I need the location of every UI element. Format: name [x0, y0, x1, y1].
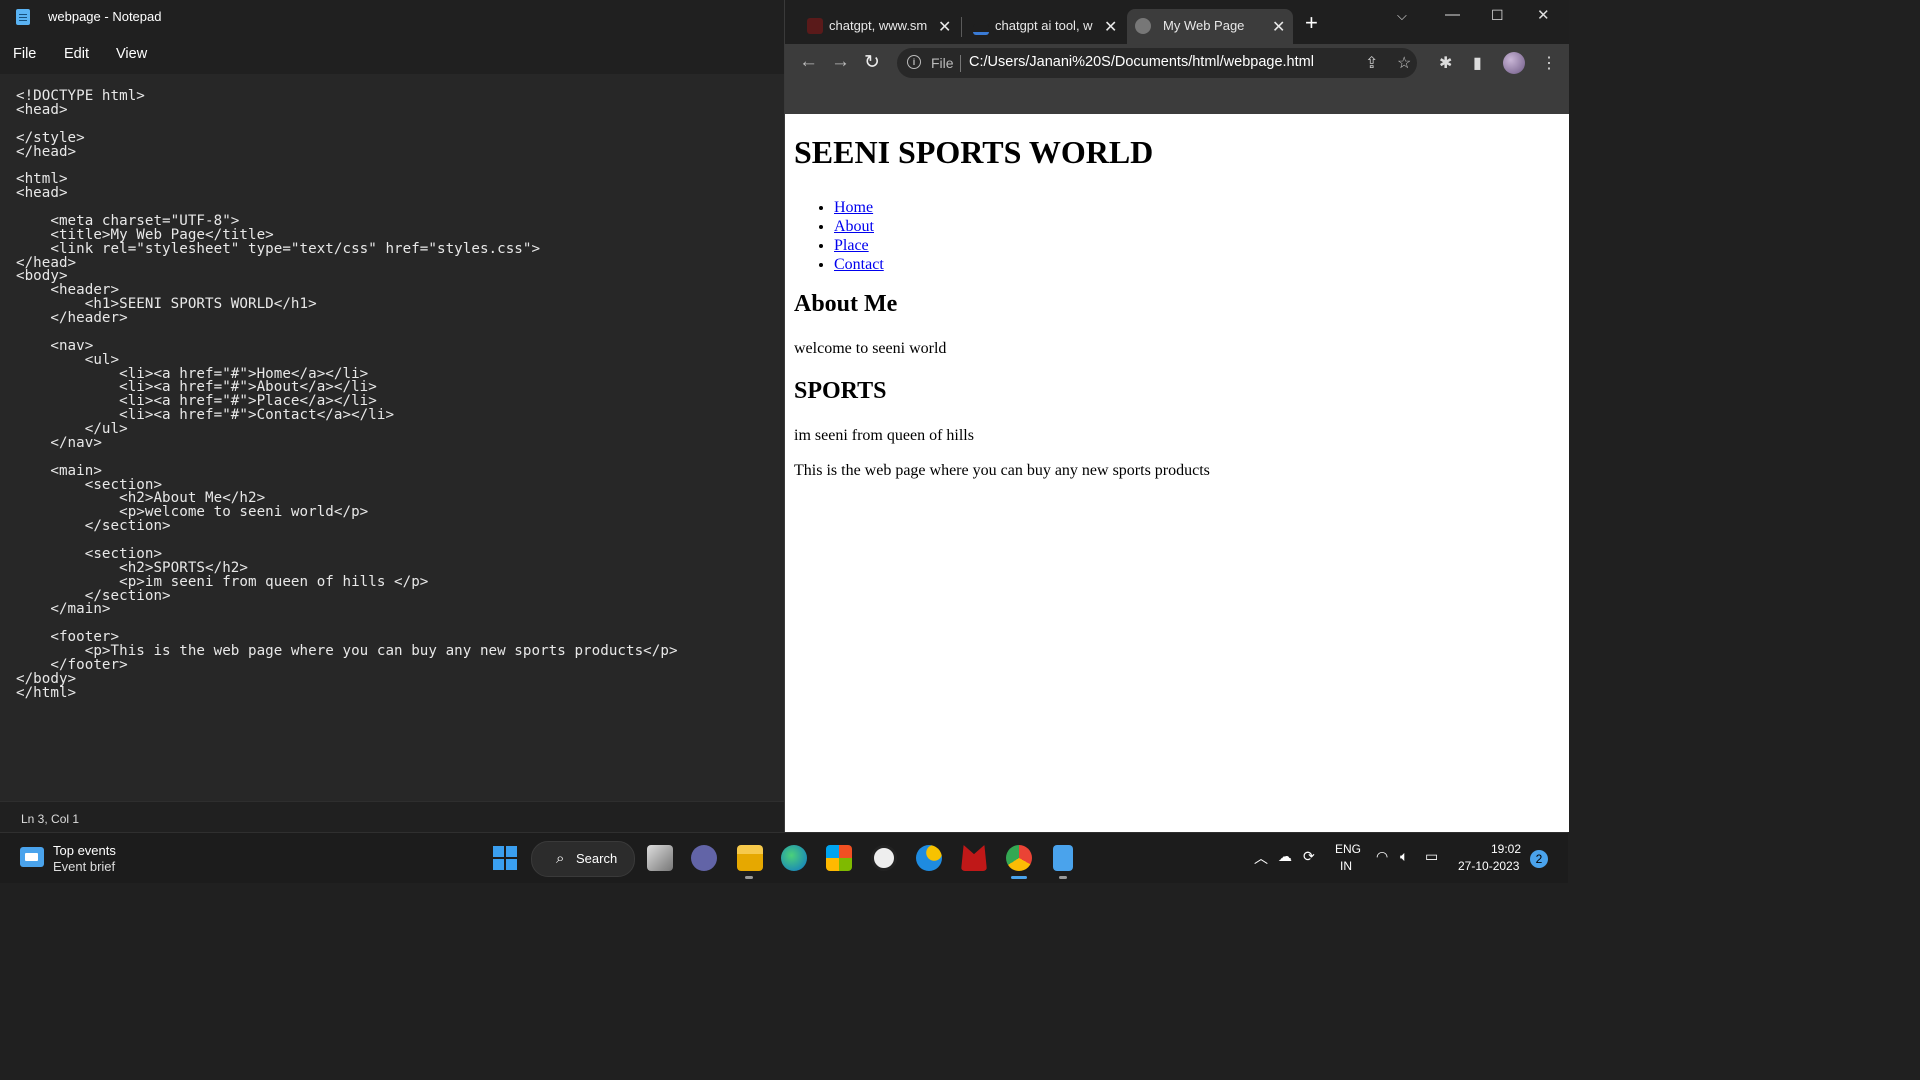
notepad-titlebar[interactable]: webpage - Notepad: [0, 0, 784, 34]
tab-label: My Web Page: [1163, 18, 1245, 33]
search-icon: ⌕: [556, 850, 565, 867]
tab-favicon: [807, 18, 823, 34]
tab-my-web-page[interactable]: My Web Page ✕: [1127, 9, 1293, 44]
close-window-icon[interactable]: ✕: [1537, 6, 1550, 24]
menu-view[interactable]: View: [116, 46, 147, 62]
widget-subtitle[interactable]: Event brief: [53, 859, 115, 874]
wifi-icon[interactable]: ◠: [1376, 848, 1388, 865]
chrome-browser-icon[interactable]: [1006, 845, 1032, 871]
taskbar: Top events Event brief ⌕ Search ︿ ☁ ⟳ EN…: [0, 832, 1568, 883]
nav-item: Contact: [834, 255, 884, 274]
nav-link-place[interactable]: Place: [834, 237, 869, 254]
notepad-app-icon: [16, 9, 30, 25]
menu-edit[interactable]: Edit: [64, 46, 89, 62]
menu-file[interactable]: File: [13, 46, 36, 62]
volume-icon[interactable]: 🔈︎: [1400, 848, 1408, 865]
close-tab-icon[interactable]: ✕: [1272, 17, 1285, 37]
onedrive-error-icon[interactable]: ☁: [1278, 848, 1292, 865]
tips-app-icon[interactable]: [916, 845, 942, 871]
extensions-icon[interactable]: ✱: [1439, 53, 1452, 73]
task-view-icon[interactable]: [647, 845, 673, 871]
mcafee-icon[interactable]: [961, 845, 987, 871]
forward-icon[interactable]: →: [831, 51, 850, 73]
widgets-icon[interactable]: [20, 847, 44, 867]
about-text: welcome to seeni world: [794, 340, 947, 357]
nav-link-about[interactable]: About: [834, 218, 874, 235]
tab-chatgpt-smart[interactable]: chatgpt, www.sma ✕: [799, 9, 955, 44]
language-label[interactable]: ENG: [1335, 842, 1361, 856]
url-text[interactable]: C:/Users/Janani%20S/Documents/html/webpa…: [969, 54, 1314, 70]
nav-link-home[interactable]: Home: [834, 199, 873, 216]
file-explorer-icon[interactable]: [737, 845, 763, 871]
share-icon[interactable]: ⇪: [1365, 53, 1378, 73]
nav-link-contact[interactable]: Contact: [834, 256, 884, 273]
close-tab-icon[interactable]: ✕: [938, 17, 951, 37]
nav-item: About: [834, 217, 884, 236]
tab-favicon: [973, 24, 989, 35]
tab-separator: [961, 17, 962, 37]
browser-bookmark-area: [785, 82, 1569, 114]
globe-icon: [1135, 18, 1151, 34]
github-app-icon[interactable]: [871, 845, 897, 871]
teams-chat-icon[interactable]: [691, 845, 717, 871]
clock-date[interactable]: 27-10-2023: [1458, 859, 1519, 873]
sports-text: im seeni from queen of hills: [794, 427, 974, 444]
widget-title[interactable]: Top events: [53, 843, 116, 858]
notepad-code-text[interactable]: <!DOCTYPE html> <head> </style> </head> …: [16, 89, 678, 701]
sync-icon[interactable]: ⟳: [1303, 848, 1315, 865]
address-divider: [960, 55, 961, 72]
info-icon[interactable]: i: [907, 55, 921, 69]
region-label[interactable]: IN: [1340, 859, 1352, 873]
taskbar-search-button[interactable]: ⌕ Search: [531, 841, 635, 877]
battery-icon[interactable]: ▭: [1425, 848, 1438, 865]
close-tab-icon[interactable]: ✕: [1104, 17, 1117, 37]
windows-start-icon[interactable]: [493, 846, 517, 870]
about-heading: About Me: [794, 291, 898, 317]
tab-label: chatgpt, www.sma: [829, 18, 927, 33]
microsoft-store-icon[interactable]: [826, 845, 852, 871]
notepad-text-area[interactable]: <!DOCTYPE html> <head> </style> </head> …: [0, 74, 784, 801]
back-icon[interactable]: ←: [799, 51, 818, 73]
scheme-label: File: [931, 55, 954, 71]
edge-browser-icon[interactable]: [781, 845, 807, 871]
notification-badge[interactable]: 2: [1530, 850, 1548, 868]
address-bar[interactable]: i File C:/Users/Janani%20S/Documents/htm…: [897, 48, 1417, 78]
running-indicator: [745, 876, 753, 879]
notepad-statusbar: Ln 3, Col 1: [0, 801, 784, 833]
side-panel-icon[interactable]: ▮: [1473, 53, 1482, 73]
search-label: Search: [576, 851, 618, 866]
footer-text: This is the web page where you can buy a…: [794, 462, 1210, 479]
reload-icon[interactable]: ↻: [864, 51, 880, 74]
notepad-menubar: File Edit View: [0, 34, 784, 74]
notepad-title: webpage - Notepad: [48, 9, 162, 24]
page-heading: SEENI SPORTS WORLD: [794, 134, 1154, 170]
profile-avatar[interactable]: [1503, 52, 1525, 74]
nav-item: Place: [834, 236, 884, 255]
nav-item: Home: [834, 198, 884, 217]
rendered-web-page: SEENI SPORTS WORLD Home About Place Cont…: [785, 114, 1569, 832]
browser-tabstrip: chatgpt, www.sma ✕ chatgpt ai tool, w ✕ …: [785, 0, 1569, 44]
more-menu-icon[interactable]: ⋮: [1541, 53, 1557, 73]
sports-heading: SPORTS: [794, 378, 887, 404]
maximize-icon[interactable]: ☐: [1491, 7, 1504, 24]
tab-search-chevron-icon[interactable]: ⌵: [1397, 8, 1407, 24]
tab-chatgpt-ai-tool[interactable]: chatgpt ai tool, w ✕: [965, 9, 1121, 44]
clock-time[interactable]: 19:02: [1491, 842, 1521, 856]
minimize-icon[interactable]: —: [1445, 6, 1460, 23]
active-app-indicator: [1011, 876, 1027, 879]
show-hidden-icons-chevron-icon[interactable]: ︿: [1254, 848, 1268, 868]
tab-label: chatgpt ai tool, w: [995, 18, 1093, 33]
new-tab-icon[interactable]: +: [1305, 12, 1318, 34]
bookmark-star-icon[interactable]: ☆: [1397, 53, 1411, 73]
cursor-position: Ln 3, Col 1: [21, 812, 80, 826]
notepad-taskbar-icon[interactable]: [1053, 845, 1073, 871]
browser-window: chatgpt, www.sma ✕ chatgpt ai tool, w ✕ …: [784, 0, 1569, 832]
running-indicator: [1059, 876, 1067, 879]
notepad-window: webpage - Notepad File Edit View <!DOCTY…: [0, 0, 784, 833]
page-nav-list: Home About Place Contact: [794, 198, 884, 274]
browser-toolbar: ← → ↻ i File C:/Users/Janani%20S/Documen…: [785, 44, 1569, 82]
